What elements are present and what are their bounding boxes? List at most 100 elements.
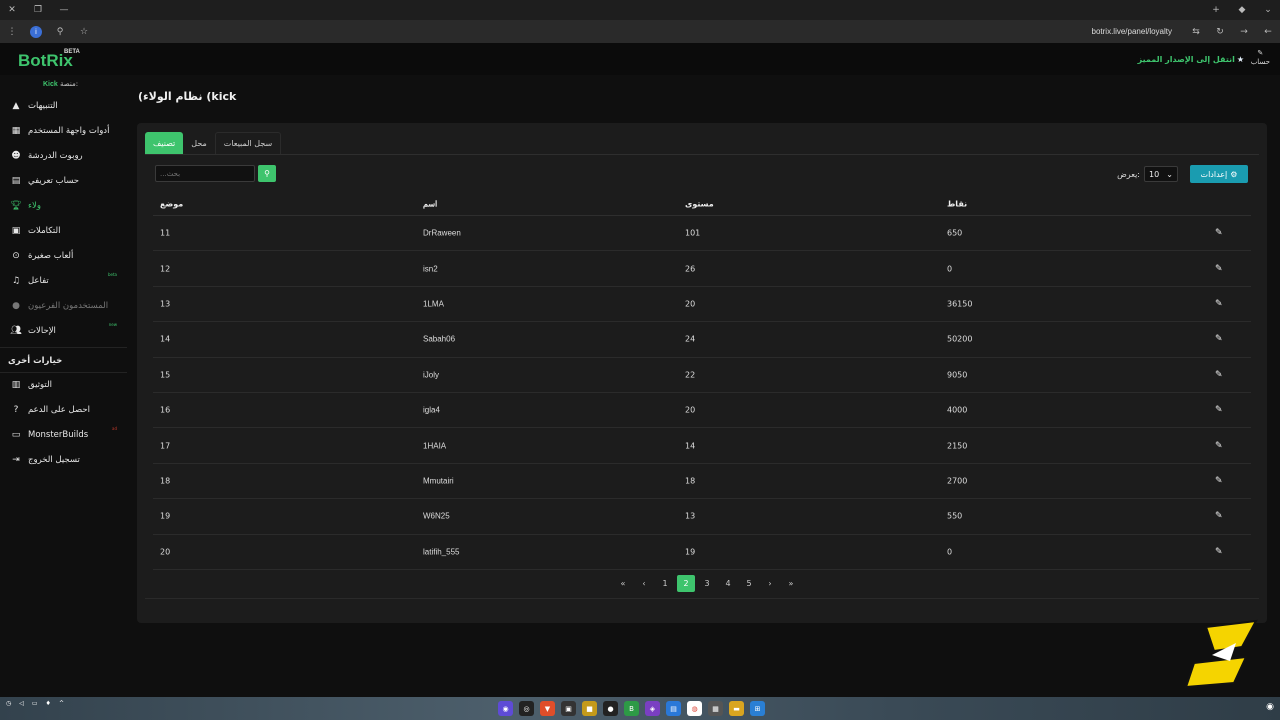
search-button[interactable]: ⚲ xyxy=(258,165,276,182)
page-1[interactable]: 1 xyxy=(656,575,674,592)
edit-pencil-icon[interactable]: ✎ xyxy=(1215,334,1223,344)
page-4[interactable]: 4 xyxy=(719,575,737,592)
id-card-icon: ▤ xyxy=(11,176,21,186)
cell-level: 24 xyxy=(685,334,696,344)
search-input[interactable] xyxy=(155,165,255,182)
sidebar-item-docs[interactable]: ▥ التوثيق xyxy=(0,374,127,396)
tab-shop[interactable]: محل xyxy=(183,132,215,154)
platform-label: منصة: xyxy=(60,80,79,88)
upgrade-link[interactable]: انتقل إلى الإصدار المميز ★ xyxy=(1138,55,1244,64)
media-icon[interactable]: ◈ xyxy=(645,701,660,716)
page-size-select[interactable]: 10 ⌄ xyxy=(1144,166,1178,182)
botrix-icon[interactable]: B xyxy=(624,701,639,716)
edit-pencil-icon[interactable]: ✎ xyxy=(1215,405,1223,415)
header-position[interactable]: موضع xyxy=(160,200,183,209)
edit-pencil-icon[interactable]: ✎ xyxy=(1215,476,1223,486)
forward-icon[interactable]: → xyxy=(1238,26,1250,38)
site-settings-icon[interactable]: ⇆ xyxy=(1190,26,1202,38)
sidebar-item-chatbot[interactable]: ☻ روبوت الدردشة xyxy=(0,145,127,167)
sidebar-divider xyxy=(0,372,127,373)
close-icon[interactable]: ✕ xyxy=(6,4,18,16)
sidebar-item-alerts[interactable]: ▲ التنبيهات xyxy=(0,95,127,117)
cell-name: Sabah06 xyxy=(423,334,456,344)
brave-icon[interactable]: ▼ xyxy=(540,701,555,716)
cell-points: 550 xyxy=(947,511,963,521)
sidebar-item-integrations[interactable]: ▣ التكاملات xyxy=(0,220,127,242)
header-name[interactable]: اسم xyxy=(423,200,437,209)
sidebar-item-widgets[interactable]: ▦ أدوات واجهة المستخدم xyxy=(0,120,127,142)
account-menu[interactable]: ✎ حساب xyxy=(1251,49,1270,67)
header-level[interactable]: مستوى xyxy=(685,200,714,209)
browser-tabbar: ✕ ❐ — + ◆ ⌄ xyxy=(0,0,1280,20)
sidebar-item-logout[interactable]: ⇥ تسجيل الخروج xyxy=(0,449,127,471)
chevron-up-icon[interactable]: ^ xyxy=(59,700,64,707)
chevron-down-icon[interactable]: ⌄ xyxy=(1262,4,1274,16)
discord-icon[interactable]: ◉ xyxy=(498,701,513,716)
page-2[interactable]: 2 xyxy=(677,575,695,592)
sidebar-item-label: التكاملات xyxy=(28,226,61,236)
chrome-icon[interactable]: ◍ xyxy=(687,701,702,716)
extensions-icon[interactable]: ⚲ xyxy=(54,26,66,38)
sidebar-item-profile[interactable]: ▤ حساب تعريفي xyxy=(0,170,127,192)
sidebar-item-monsterbuilds[interactable]: ▭ MonsterBuilds ad xyxy=(0,424,127,446)
platform-value: Kick xyxy=(43,81,58,88)
mic-icon[interactable]: ♦ xyxy=(46,700,51,707)
bookmark-star-icon[interactable]: ☆ xyxy=(78,26,90,38)
tab-sales-log[interactable]: سجل المبيعات xyxy=(214,132,282,154)
settings-button[interactable]: إعدادات ⚙ xyxy=(1190,165,1248,183)
sidebar-item-subusers[interactable]: ● المستخدمون الفرعيون xyxy=(0,295,127,317)
network-icon[interactable]: ▭ xyxy=(32,700,38,707)
restore-icon[interactable]: ❐ xyxy=(32,4,44,16)
start-icon[interactable]: ⊞ xyxy=(750,701,765,716)
edit-pencil-icon[interactable]: ✎ xyxy=(1215,441,1223,451)
sidebar-item-loyalty[interactable]: 🏆︎ ولاء xyxy=(0,195,127,217)
warning-icon: ▲ xyxy=(12,101,20,111)
edit-pencil-icon[interactable]: ✎ xyxy=(1215,228,1223,238)
volume-icon[interactable]: ◁ xyxy=(19,700,24,707)
edit-pencil-icon[interactable]: ✎ xyxy=(1215,264,1223,274)
beta-badge: BETA xyxy=(64,49,80,55)
minimize-icon[interactable]: — xyxy=(58,4,70,16)
next-page-icon[interactable]: › xyxy=(761,575,779,592)
sidebar-item-interaction[interactable]: ♫ تفاعل beta xyxy=(0,270,127,292)
menu-icon[interactable]: ⋮ xyxy=(6,26,18,38)
edit-pencil-icon[interactable]: ✎ xyxy=(1215,547,1223,557)
taskbar-apps: ◉ ◎ ▼ ▣ ■ ● B ◈ ▤ ◍ ▦ ▬ ⊞ xyxy=(498,701,765,716)
url-field[interactable]: botrix.live/panel/loyalty xyxy=(102,27,1178,36)
cell-level: 18 xyxy=(685,476,696,486)
table-row: 20 latifih_555 19 0 ✎ xyxy=(153,535,1251,570)
first-page-icon[interactable]: « xyxy=(614,575,632,592)
clock-icon[interactable]: ◷ xyxy=(6,700,11,707)
sidebar-item-referrals[interactable]: 👥︎ الإحالات new xyxy=(0,320,127,342)
cell-name: igla4 xyxy=(423,405,440,415)
last-page-icon[interactable]: » xyxy=(782,575,800,592)
cell-name: isn2 xyxy=(423,264,438,274)
app-icon[interactable]: ■ xyxy=(582,701,597,716)
edit-pencil-icon[interactable]: ✎ xyxy=(1215,299,1223,309)
capcut-icon[interactable]: ▣ xyxy=(561,701,576,716)
user-icon: ● xyxy=(12,301,20,311)
table-row: 11 DrRaween 101 650 ✎ xyxy=(153,216,1251,252)
back-icon[interactable]: ← xyxy=(1262,26,1274,38)
header-points[interactable]: نقاط xyxy=(947,200,967,209)
obs-icon[interactable]: ◎ xyxy=(519,701,534,716)
store-icon[interactable]: ▦ xyxy=(708,701,723,716)
sidebar-item-label: ولاء xyxy=(28,201,41,211)
plus-icon[interactable]: + xyxy=(1210,4,1222,16)
edit-pencil-icon[interactable]: ✎ xyxy=(1215,370,1223,380)
sidebar-item-minigames[interactable]: ⊙ ألعاب صغيرة xyxy=(0,245,127,267)
reload-icon[interactable]: ↻ xyxy=(1214,26,1226,38)
files-icon[interactable]: ▤ xyxy=(666,701,681,716)
notification-icon[interactable]: ◉ xyxy=(1266,702,1274,712)
folder-icon[interactable]: ▬ xyxy=(729,701,744,716)
profile-icon[interactable]: i xyxy=(30,25,42,38)
edit-pencil-icon[interactable]: ✎ xyxy=(1215,511,1223,521)
tab-ranking[interactable]: تصنيف xyxy=(145,132,184,154)
cell-name: W6N25 xyxy=(423,511,450,521)
obs-alt-icon[interactable]: ● xyxy=(603,701,618,716)
page-5[interactable]: 5 xyxy=(740,575,758,592)
prev-page-icon[interactable]: ‹ xyxy=(635,575,653,592)
extension-icon[interactable]: ◆ xyxy=(1236,4,1248,16)
sidebar-item-support[interactable]: ? احصل على الدعم xyxy=(0,399,127,421)
page-3[interactable]: 3 xyxy=(698,575,716,592)
